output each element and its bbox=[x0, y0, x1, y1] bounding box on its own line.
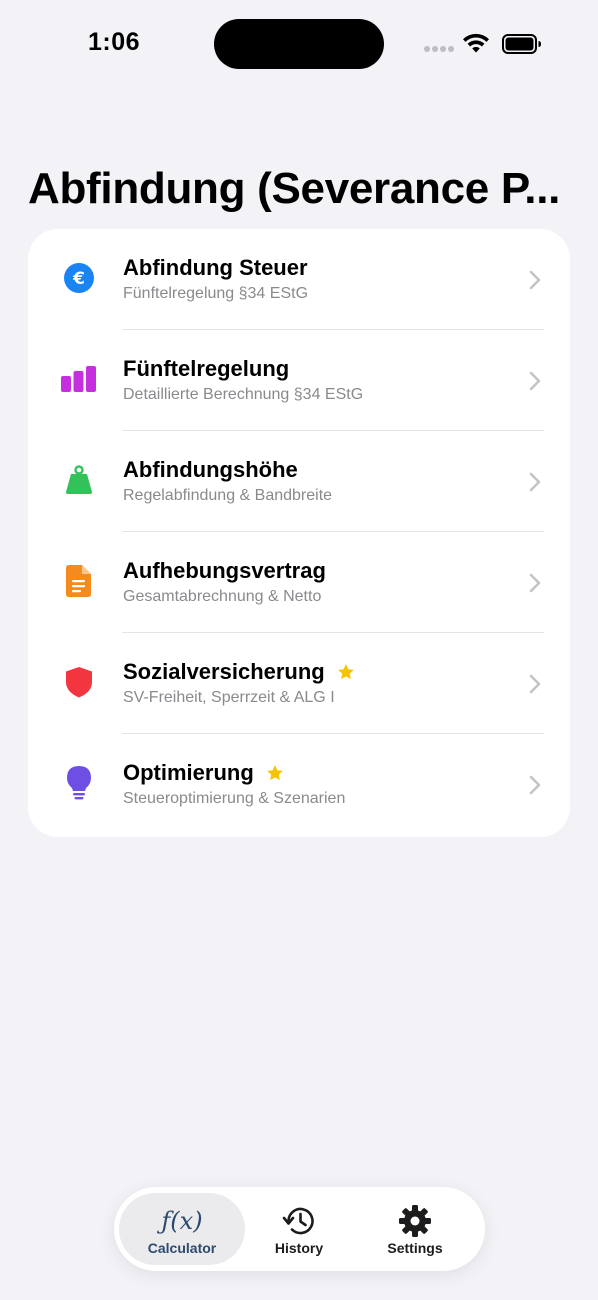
bar-chart-icon bbox=[58, 358, 100, 400]
screen: 1:06 Abfindung (Severance P... € Abfindu… bbox=[0, 0, 598, 1300]
list-item-subtitle: Detaillierte Berechnung §34 EStG bbox=[123, 386, 364, 403]
lightbulb-icon bbox=[58, 762, 100, 804]
list-item-abfindung-steuer[interactable]: € Abfindung Steuer Fünftelregelung §34 E… bbox=[28, 229, 570, 330]
list-item-abfindungshoehe[interactable]: Abfindungshöhe Regelabfindung & Bandbrei… bbox=[28, 431, 570, 532]
chevron-right-icon bbox=[529, 472, 541, 492]
list-item-title: Optimierung bbox=[123, 760, 254, 785]
star-icon bbox=[337, 664, 354, 680]
list-item-title: Fünftelregelung bbox=[123, 356, 290, 381]
wifi-icon bbox=[463, 33, 489, 53]
function-icon: ƒ(x) bbox=[161, 1207, 203, 1235]
tab-settings[interactable]: Settings bbox=[352, 1193, 478, 1265]
chevron-right-icon bbox=[529, 371, 541, 391]
svg-text:€: € bbox=[72, 269, 85, 289]
chevron-right-icon bbox=[529, 573, 541, 593]
weight-icon bbox=[58, 459, 100, 501]
page-title: Abfindung (Severance P... bbox=[28, 164, 561, 213]
list-item-subtitle: Fünftelregelung §34 EStG bbox=[123, 285, 309, 302]
gear-icon bbox=[352, 1205, 478, 1237]
chevron-right-icon bbox=[529, 775, 541, 795]
list-item-subtitle: Regelabfindung & Bandbreite bbox=[123, 487, 333, 504]
tab-bar: ƒ(x) Calculator History Settings bbox=[114, 1187, 485, 1271]
tab-calculator[interactable]: ƒ(x) Calculator bbox=[119, 1193, 245, 1265]
calculator-list: € Abfindung Steuer Fünftelregelung §34 E… bbox=[28, 229, 570, 837]
document-icon bbox=[58, 560, 100, 602]
list-item-subtitle: Gesamtabrechnung & Netto bbox=[123, 588, 322, 605]
battery-icon bbox=[502, 34, 541, 54]
list-item-title: Sozialversicherung bbox=[123, 659, 325, 684]
shield-icon bbox=[58, 661, 100, 703]
tab-label: History bbox=[274, 1240, 324, 1256]
euro-icon: € bbox=[58, 257, 100, 299]
chevron-right-icon bbox=[529, 674, 541, 694]
list-item-optimierung[interactable]: Optimierung Steueroptimierung & Szenarie… bbox=[28, 734, 570, 835]
list-item-fuenftelregelung[interactable]: Fünftelregelung Detaillierte Berechnung … bbox=[28, 330, 570, 431]
status-time: 1:06 bbox=[88, 28, 141, 56]
list-item-subtitle: SV-Freiheit, Sperrzeit & ALG I bbox=[123, 689, 335, 706]
list-item-subtitle: Steueroptimierung & Szenarien bbox=[123, 790, 346, 807]
list-item-title: Abfindung Steuer bbox=[123, 255, 308, 280]
list-item-title: Abfindungshöhe bbox=[123, 457, 298, 482]
list-item-aufhebungsvertrag[interactable]: Aufhebungsvertrag Gesamtabrechnung & Net… bbox=[28, 532, 570, 633]
tab-history[interactable]: History bbox=[236, 1193, 362, 1265]
chevron-right-icon bbox=[529, 270, 541, 290]
star-icon bbox=[266, 765, 283, 781]
tab-label: Calculator bbox=[147, 1240, 217, 1256]
list-item-title: Aufhebungsvertrag bbox=[123, 558, 326, 583]
dynamic-island bbox=[214, 19, 384, 69]
list-item-sozialversicherung[interactable]: Sozialversicherung SV-Freiheit, Sperrzei… bbox=[28, 633, 570, 734]
tab-label: Settings bbox=[387, 1240, 443, 1256]
history-icon bbox=[236, 1205, 362, 1237]
